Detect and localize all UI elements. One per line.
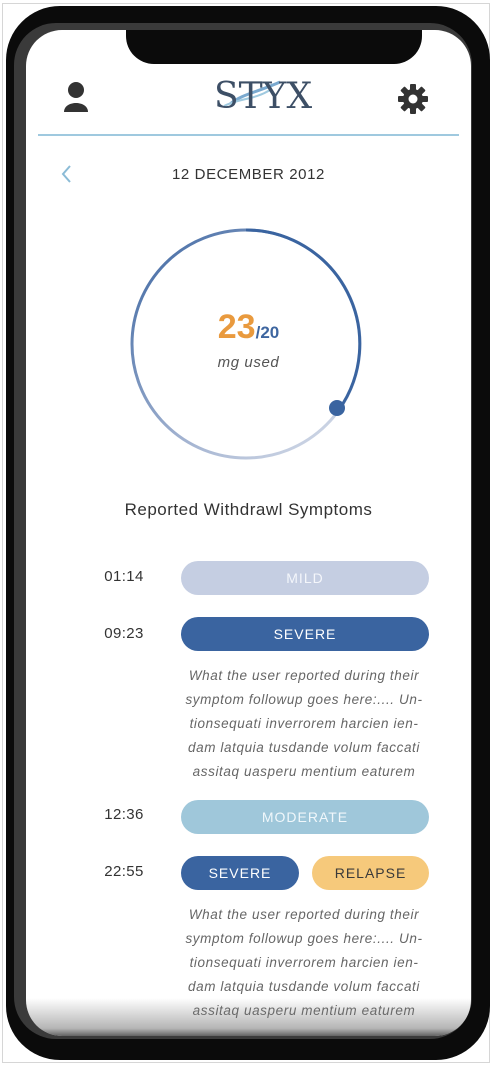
settings-button[interactable] xyxy=(396,82,430,116)
header-divider xyxy=(38,134,459,136)
note-line: symptom followup goes here:.... Un- xyxy=(185,931,423,946)
symptom-time: 01:14 xyxy=(104,568,144,585)
severity-tag-mild[interactable]: MILD xyxy=(181,561,429,595)
note-line: tionsequati inverrorem harcien ien- xyxy=(189,716,419,731)
profile-button[interactable] xyxy=(60,80,94,114)
user-icon xyxy=(64,82,88,112)
dosage-used-value: 23 xyxy=(217,308,256,346)
relapse-tag[interactable]: RELAPSE xyxy=(312,856,429,890)
note-line: dam latquia tusdande volum faccati xyxy=(187,979,421,994)
note-line: assitaq uasperu mentium eaturem xyxy=(192,1003,416,1018)
dosage-limit-value: /20 xyxy=(255,323,280,342)
note-line: What the user reported during their xyxy=(188,668,420,683)
dosage-unit-label: mg used xyxy=(217,354,280,371)
gear-icon xyxy=(398,84,428,114)
date-label: 12 DECEMBER 2012 xyxy=(171,166,325,183)
note-line: symptom followup goes here:.... Un- xyxy=(185,692,423,707)
symptom-note: What the user reported during their symp… xyxy=(179,664,429,784)
severity-tag-severe[interactable]: SEVERE xyxy=(181,856,299,890)
app-logo: STYX xyxy=(210,74,312,118)
symptoms-section-title: Reported Withdrawl Symptoms xyxy=(124,500,373,519)
note-line: What the user reported during their xyxy=(188,907,420,922)
symptom-note: What the user reported during their symp… xyxy=(179,903,429,1023)
app-screen: STYX 12 DECEMBER 2012 23/20 mg used Repo… xyxy=(26,30,471,1036)
symptom-time: 22:55 xyxy=(104,863,144,880)
note-line: tionsequati inverrorem harcien ien- xyxy=(189,955,419,970)
note-line: assitaq uasperu mentium eaturem xyxy=(192,764,416,779)
severity-tag-severe[interactable]: SEVERE xyxy=(181,617,429,651)
logo-text: STYX xyxy=(214,76,313,117)
symptom-time: 09:23 xyxy=(104,625,144,642)
phone-notch xyxy=(126,30,422,64)
gauge-handle xyxy=(329,400,345,416)
severity-tag-moderate[interactable]: MODERATE xyxy=(181,800,429,834)
symptom-time: 12:36 xyxy=(104,806,144,823)
note-line: dam latquia tusdande volum faccati xyxy=(187,740,421,755)
dosage-readout: 23/20 xyxy=(26,308,471,347)
